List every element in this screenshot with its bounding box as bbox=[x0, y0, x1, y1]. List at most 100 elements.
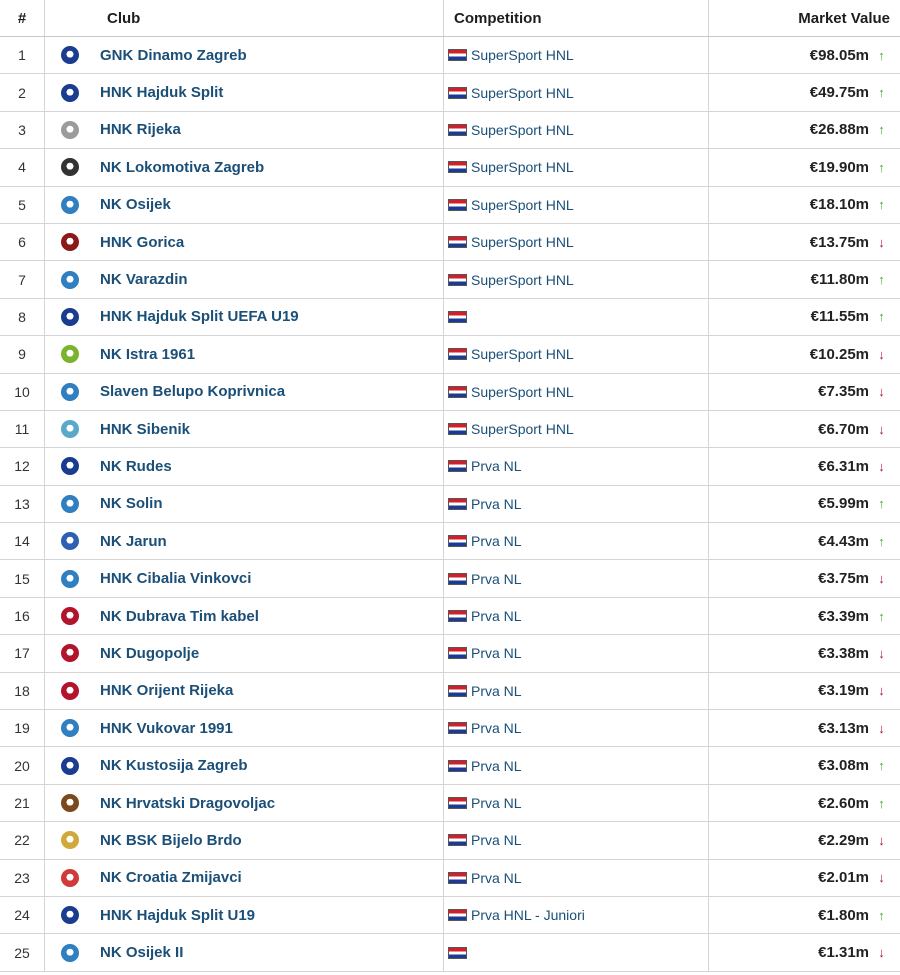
club-logo-icon[interactable] bbox=[61, 868, 79, 887]
club-logo-cell[interactable] bbox=[45, 411, 95, 447]
croatia-flag-icon[interactable] bbox=[448, 572, 467, 585]
croatia-flag-icon[interactable] bbox=[448, 722, 467, 735]
club-logo-icon[interactable] bbox=[61, 644, 79, 663]
club-name-link[interactable]: NK Jarun bbox=[95, 523, 444, 560]
club-name-link[interactable]: HNK Sibenik bbox=[95, 410, 444, 448]
club-name-link[interactable]: HNK Cibalia Vinkovci bbox=[95, 560, 444, 597]
club-name-link[interactable]: NK Kustosija Zagreb bbox=[95, 747, 444, 784]
club-logo-icon[interactable] bbox=[61, 831, 79, 850]
croatia-flag-icon[interactable] bbox=[448, 610, 467, 623]
croatia-flag-icon[interactable] bbox=[448, 198, 467, 211]
competition-link[interactable]: Prva NL bbox=[471, 571, 522, 587]
competition-link[interactable]: SuperSport HNL bbox=[471, 159, 574, 175]
competition-link[interactable]: Prva NL bbox=[471, 683, 522, 699]
club-name-link[interactable]: NK Hrvatski Dragovoljac bbox=[95, 784, 444, 822]
competition-link[interactable]: SuperSport HNL bbox=[471, 197, 574, 213]
competition-link[interactable]: Prva NL bbox=[471, 458, 522, 474]
competition-link[interactable]: SuperSport HNL bbox=[471, 384, 574, 400]
club-logo-cell[interactable] bbox=[45, 897, 95, 933]
competition-link[interactable]: SuperSport HNL bbox=[471, 421, 574, 437]
competition-link[interactable]: SuperSport HNL bbox=[471, 234, 574, 250]
club-name-link[interactable]: NK Varazdin bbox=[95, 261, 444, 298]
club-logo-icon[interactable] bbox=[61, 120, 79, 139]
croatia-flag-icon[interactable] bbox=[448, 497, 467, 510]
club-logo-icon[interactable] bbox=[61, 83, 79, 102]
competition-link[interactable]: Prva NL bbox=[471, 720, 522, 736]
club-name-link[interactable]: HNK Hajduk Split U19 bbox=[95, 896, 444, 934]
competition-link[interactable]: SuperSport HNL bbox=[471, 272, 574, 288]
croatia-flag-icon[interactable] bbox=[448, 348, 467, 361]
club-name-link[interactable]: HNK Hajduk Split bbox=[95, 74, 444, 111]
croatia-flag-icon[interactable] bbox=[448, 236, 467, 249]
club-logo-cell[interactable] bbox=[45, 710, 95, 746]
club-logo-cell[interactable] bbox=[45, 635, 95, 671]
club-name-link[interactable]: NK Istra 1961 bbox=[95, 336, 444, 373]
header-market-value[interactable]: Market Value bbox=[709, 0, 900, 36]
croatia-flag-icon[interactable] bbox=[448, 123, 467, 136]
competition-link[interactable]: Prva NL bbox=[471, 832, 522, 848]
club-logo-icon[interactable] bbox=[61, 307, 79, 326]
club-logo-cell[interactable] bbox=[45, 224, 95, 260]
competition-link[interactable]: Prva NL bbox=[471, 645, 522, 661]
club-name-link[interactable]: HNK Hajduk Split UEFA U19 bbox=[95, 298, 444, 336]
club-logo-icon[interactable] bbox=[61, 756, 79, 775]
club-name-link[interactable]: GNK Dinamo Zagreb bbox=[95, 37, 444, 74]
club-logo-cell[interactable] bbox=[45, 860, 95, 896]
club-logo-icon[interactable] bbox=[61, 46, 79, 65]
competition-link[interactable]: Prva NL bbox=[471, 608, 522, 624]
competition-link[interactable]: SuperSport HNL bbox=[471, 47, 574, 63]
club-name-link[interactable]: NK Dubrava Tim kabel bbox=[95, 597, 444, 635]
club-logo-cell[interactable] bbox=[45, 74, 95, 110]
club-logo-cell[interactable] bbox=[45, 747, 95, 783]
club-name-link[interactable]: NK BSK Bijelo Brdo bbox=[95, 822, 444, 859]
club-logo-icon[interactable] bbox=[61, 195, 79, 214]
club-logo-icon[interactable] bbox=[61, 607, 79, 626]
competition-link[interactable]: Prva NL bbox=[471, 758, 522, 774]
club-logo-icon[interactable] bbox=[61, 494, 79, 513]
club-name-link[interactable]: HNK Vukovar 1991 bbox=[95, 710, 444, 747]
croatia-flag-icon[interactable] bbox=[448, 310, 467, 323]
club-logo-cell[interactable] bbox=[45, 187, 95, 223]
croatia-flag-icon[interactable] bbox=[448, 86, 467, 99]
club-logo-icon[interactable] bbox=[61, 233, 79, 252]
croatia-flag-icon[interactable] bbox=[448, 535, 467, 548]
competition-link[interactable]: SuperSport HNL bbox=[471, 122, 574, 138]
club-logo-icon[interactable] bbox=[61, 532, 79, 551]
croatia-flag-icon[interactable] bbox=[448, 871, 467, 884]
club-logo-cell[interactable] bbox=[45, 149, 95, 185]
club-logo-icon[interactable] bbox=[61, 270, 79, 289]
club-logo-icon[interactable] bbox=[61, 681, 79, 700]
competition-link[interactable]: SuperSport HNL bbox=[471, 85, 574, 101]
club-logo-cell[interactable] bbox=[45, 112, 95, 148]
croatia-flag-icon[interactable] bbox=[448, 273, 467, 286]
club-logo-icon[interactable] bbox=[61, 420, 79, 439]
competition-link[interactable]: Prva NL bbox=[471, 870, 522, 886]
croatia-flag-icon[interactable] bbox=[448, 909, 467, 922]
competition-link[interactable]: Prva NL bbox=[471, 533, 522, 549]
club-name-link[interactable]: NK Osijek bbox=[95, 186, 444, 223]
croatia-flag-icon[interactable] bbox=[448, 834, 467, 847]
club-name-link[interactable]: Slaven Belupo Koprivnica bbox=[95, 373, 444, 410]
club-logo-icon[interactable] bbox=[61, 569, 79, 588]
club-logo-cell[interactable] bbox=[45, 448, 95, 484]
club-name-link[interactable]: HNK Rijeka bbox=[95, 111, 444, 149]
croatia-flag-icon[interactable] bbox=[448, 161, 467, 174]
club-name-link[interactable]: NK Croatia Zmijavci bbox=[95, 859, 444, 896]
club-name-link[interactable]: NK Osijek II bbox=[95, 934, 444, 971]
croatia-flag-icon[interactable] bbox=[448, 460, 467, 473]
club-logo-cell[interactable] bbox=[45, 336, 95, 372]
croatia-flag-icon[interactable] bbox=[448, 423, 467, 436]
club-logo-cell[interactable] bbox=[45, 299, 95, 335]
club-logo-icon[interactable] bbox=[61, 794, 79, 812]
club-logo-cell[interactable] bbox=[45, 374, 95, 410]
club-logo-cell[interactable] bbox=[45, 261, 95, 297]
competition-link[interactable]: Prva HNL - Juniori bbox=[471, 907, 585, 923]
croatia-flag-icon[interactable] bbox=[448, 385, 467, 398]
croatia-flag-icon[interactable] bbox=[448, 946, 467, 959]
club-logo-cell[interactable] bbox=[45, 598, 95, 634]
croatia-flag-icon[interactable] bbox=[448, 759, 467, 772]
club-logo-cell[interactable] bbox=[45, 560, 95, 596]
club-logo-cell[interactable] bbox=[45, 822, 95, 858]
competition-link[interactable]: Prva NL bbox=[471, 496, 522, 512]
club-logo-cell[interactable] bbox=[45, 934, 95, 970]
